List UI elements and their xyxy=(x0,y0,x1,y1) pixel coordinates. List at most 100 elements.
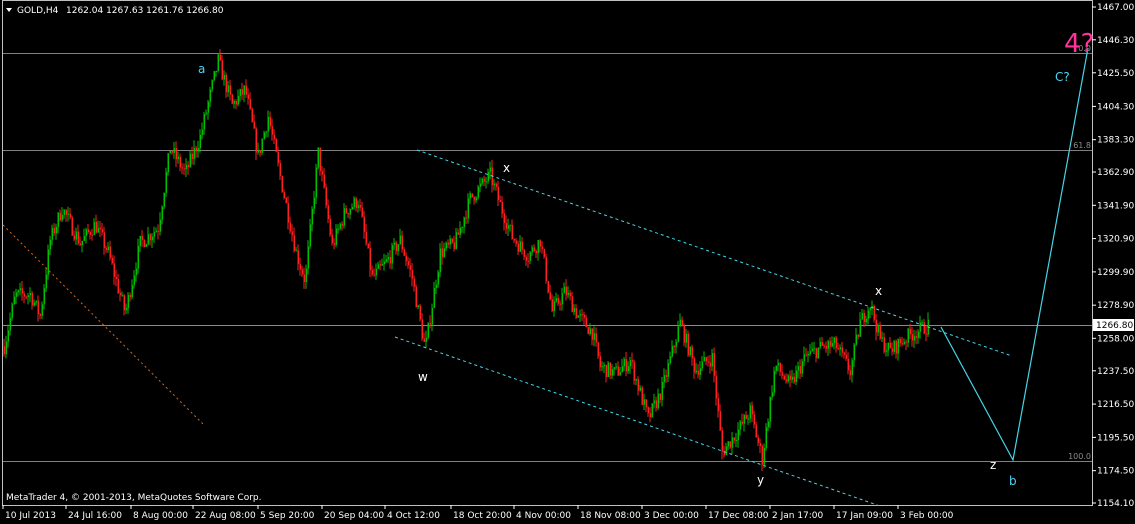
candle-body xyxy=(29,293,32,296)
x-axis-label: 24 Jul 16:00 xyxy=(68,511,122,521)
candle-body xyxy=(33,302,36,306)
candle-body xyxy=(79,243,82,246)
candle-body xyxy=(89,232,92,235)
candle-body xyxy=(243,85,246,95)
wave-label-y: y xyxy=(757,473,764,487)
candle-body xyxy=(535,250,538,254)
candle-body xyxy=(81,240,84,246)
candle-body xyxy=(303,274,306,282)
candle-body xyxy=(489,167,492,172)
candle-body xyxy=(185,164,188,170)
candle-body xyxy=(139,235,142,246)
candle-body xyxy=(425,337,428,342)
y-axis-label: 1467.00 xyxy=(1097,3,1134,13)
candle-body xyxy=(691,346,694,359)
candle-body xyxy=(829,341,832,347)
candle-body xyxy=(27,295,30,297)
candle-body xyxy=(673,345,676,347)
candle-body xyxy=(31,293,34,306)
candle-body xyxy=(427,322,430,338)
candle-body xyxy=(449,238,452,245)
candle-body xyxy=(677,326,680,342)
wave-label-w: w xyxy=(418,370,428,384)
candle-body xyxy=(313,197,316,209)
candle-body xyxy=(915,336,918,338)
x-axis-label: 4 Oct 12:00 xyxy=(387,511,440,521)
candle-body xyxy=(781,372,784,376)
candle-body xyxy=(573,308,576,313)
candle-body xyxy=(497,186,500,201)
candle-body xyxy=(147,234,150,245)
candle-body xyxy=(63,210,66,216)
candle-body xyxy=(665,375,668,377)
candle-body xyxy=(603,364,606,367)
candle-body xyxy=(911,334,914,341)
candle-body xyxy=(777,362,780,366)
candle-body xyxy=(459,227,462,235)
candle-body xyxy=(745,415,748,419)
candle-body xyxy=(189,153,192,168)
candle-body xyxy=(841,347,844,353)
candle-body xyxy=(783,375,786,380)
candle-body xyxy=(521,241,524,250)
projection-path[interactable] xyxy=(940,47,1089,462)
x-axis-label: 3 Feb 00:00 xyxy=(900,511,954,521)
candle-body xyxy=(249,98,252,109)
candle-body xyxy=(859,319,862,337)
candle-body xyxy=(667,363,670,377)
candle-body xyxy=(181,167,184,169)
candle-body xyxy=(21,288,24,294)
candle-body xyxy=(429,322,432,325)
candle-body xyxy=(845,354,848,359)
candle-body xyxy=(499,200,502,203)
candle-body xyxy=(661,382,664,400)
candle-body xyxy=(575,308,578,318)
candle-body xyxy=(625,359,628,372)
candle-body xyxy=(279,162,282,176)
candle-body xyxy=(341,223,344,226)
candle-body xyxy=(557,298,560,304)
candle-body xyxy=(785,379,788,382)
candle-body xyxy=(701,361,704,369)
candle-body xyxy=(13,296,16,305)
candle-body xyxy=(233,101,236,104)
x-axis-label: 17 Jan 09:00 xyxy=(836,511,893,521)
candle-body xyxy=(387,256,390,260)
candle-body xyxy=(503,213,506,224)
candle-body xyxy=(881,337,884,339)
candle-body xyxy=(727,441,730,447)
candle-body xyxy=(529,252,532,261)
candle-body xyxy=(707,361,710,363)
candle-body xyxy=(57,212,60,227)
time-axis: 10 Jul 2013 24 Jul 16:00 8 Aug 00:00 22 Aug… xyxy=(2,505,954,521)
candle-body xyxy=(441,248,444,257)
candle-body xyxy=(437,272,440,285)
candle-body xyxy=(685,333,688,343)
candle-body xyxy=(917,331,920,338)
dropdown-icon[interactable] xyxy=(6,8,12,12)
candle-body xyxy=(805,354,808,356)
candle-body xyxy=(455,232,458,249)
x-axis-label: 3 Dec 00:00 xyxy=(644,511,699,521)
candle-body xyxy=(49,239,52,250)
candle-body xyxy=(869,307,872,311)
wave-label-b: b xyxy=(1009,474,1017,488)
candle-body xyxy=(93,222,96,236)
candle-body xyxy=(453,242,456,249)
candle-body xyxy=(183,168,186,170)
candle-body xyxy=(721,430,724,452)
candle-body xyxy=(323,174,326,188)
candle-body xyxy=(327,205,330,220)
candle-body xyxy=(457,232,460,235)
x-axis-label: 22 Aug 08:00 xyxy=(195,511,256,521)
candle-body xyxy=(219,54,222,61)
price-chart[interactable]: 0.0 61.8 100.0 a x w y x z b C? 4? GOLD,… xyxy=(0,0,1135,524)
y-axis-label: 1216.50 xyxy=(1097,400,1134,410)
fibo-label-100: 100.0 xyxy=(1068,452,1091,461)
channel-lower-line[interactable] xyxy=(394,336,881,507)
candle-body xyxy=(177,156,180,160)
y-axis-label: 1320.90 xyxy=(1097,235,1134,245)
candle-body xyxy=(259,150,262,153)
candle-body xyxy=(483,178,486,182)
candle-body xyxy=(473,196,476,201)
